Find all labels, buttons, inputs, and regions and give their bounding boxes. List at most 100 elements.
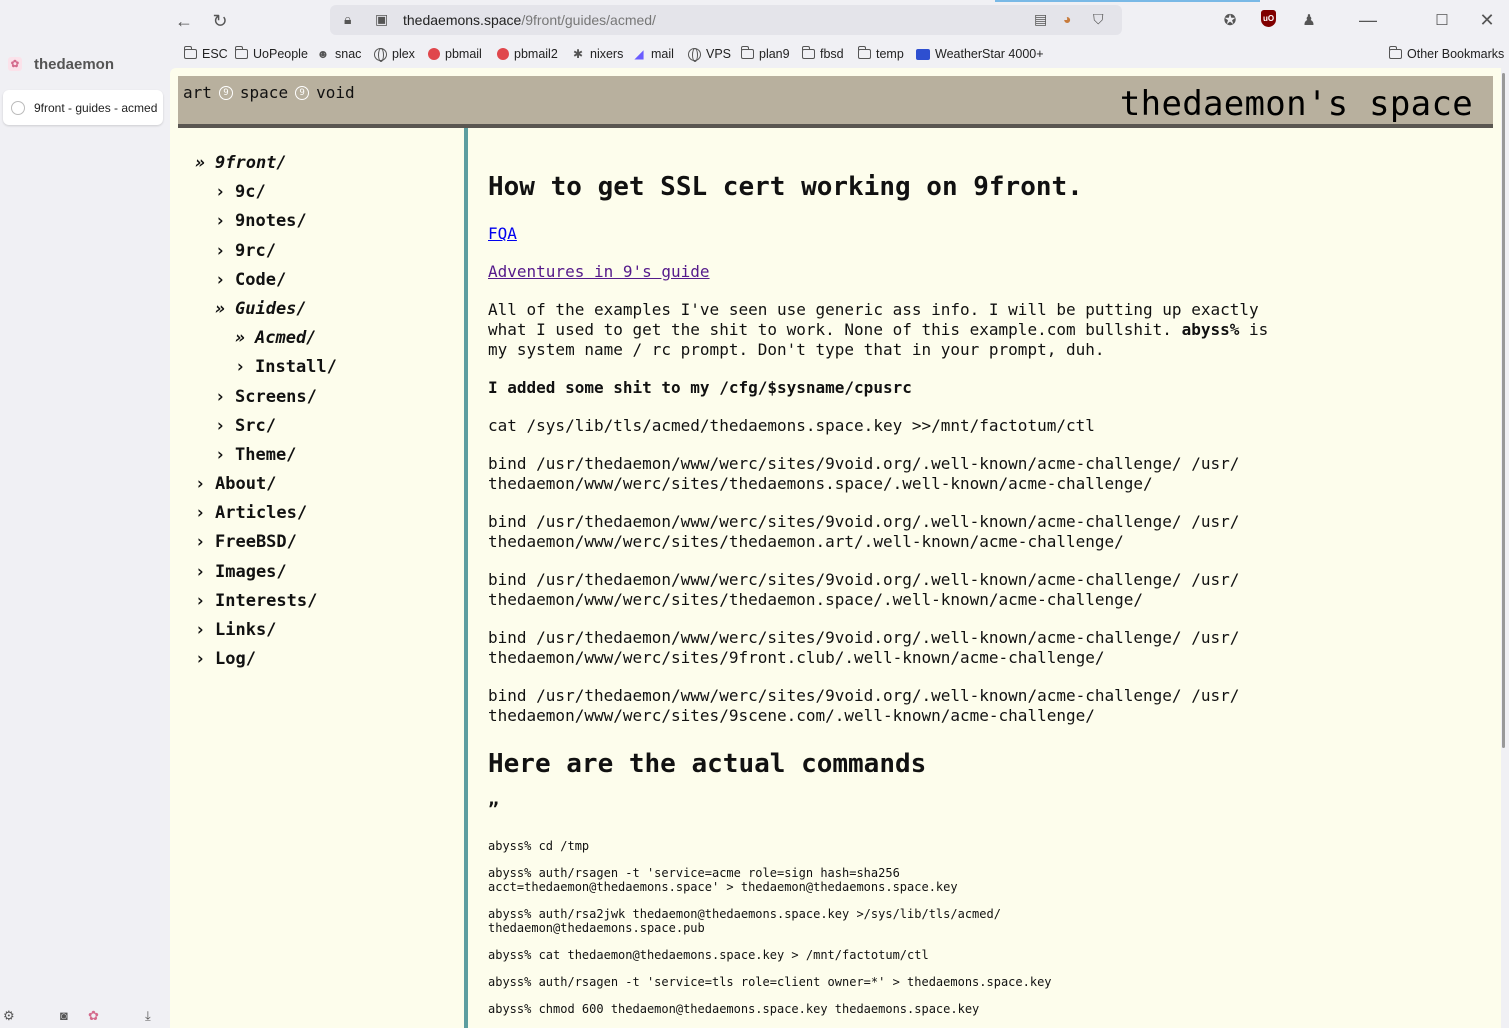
nav-item-9notes[interactable]: › 9notes/	[195, 210, 337, 239]
chevron-icon: ›	[215, 269, 226, 290]
bookmark-label: plex	[392, 47, 415, 61]
nav-item-9rc[interactable]: › 9rc/	[195, 240, 337, 269]
page-scrollbar[interactable]	[1501, 68, 1509, 1028]
site-header: art 9 space 9 void thedaemon's space	[178, 76, 1493, 128]
bookmark-plan9[interactable]: plan9	[741, 46, 790, 61]
nav-label: Theme/	[235, 444, 297, 465]
reader-view-icon[interactable]: ▤	[1034, 11, 1047, 28]
bookmark-pbmail[interactable]: pbmail	[428, 47, 482, 61]
chevron-icon: ›	[215, 182, 226, 203]
article-title: How to get SSL cert working on 9front.	[488, 172, 1083, 202]
snac-icon: ☻	[316, 47, 330, 61]
minimize-icon[interactable]: —	[1358, 10, 1378, 30]
palette-icon[interactable]: ◕	[1063, 11, 1071, 27]
tab-active[interactable]: 9front - guides - acmed	[3, 90, 163, 125]
bookmark-label: fbsd	[820, 47, 844, 61]
download-icon[interactable]: ⤓	[145, 1008, 151, 1024]
bookmark-pbmail2[interactable]: pbmail2	[497, 47, 558, 61]
nav-label: Src/	[235, 415, 276, 436]
topnav-space[interactable]: space	[240, 83, 288, 102]
bookmark-plex[interactable]: plex	[374, 47, 415, 62]
nav-item-9c[interactable]: › 9c/	[195, 181, 337, 210]
nine-icon: 9	[295, 85, 310, 100]
nav-label: Screens/	[235, 386, 317, 407]
nav-item-acmed[interactable]: » Acmed/	[195, 327, 337, 356]
nine-icon: 9	[218, 85, 233, 100]
nav-item-guides[interactable]: » Guides/	[195, 298, 337, 327]
nav-item-articles[interactable]: › Articles/	[195, 502, 337, 531]
double-chevron-icon: »	[195, 153, 206, 173]
bookmark-mail[interactable]: ◢ mail	[632, 47, 674, 61]
nav-item-install[interactable]: › Install/	[195, 356, 337, 385]
nav-item-log[interactable]: › Log/	[195, 648, 337, 677]
nav-item-images[interactable]: › Images/	[195, 561, 337, 590]
bookmark-vps[interactable]: VPS	[688, 47, 731, 62]
bookmark-label: WeatherStar 4000+	[935, 47, 1044, 61]
bookmark-snac[interactable]: ☻ snac	[316, 47, 362, 61]
nav-item-screens[interactable]: › Screens/	[195, 386, 337, 415]
nav-item-links[interactable]: › Links/	[195, 619, 337, 648]
favicon-icon	[11, 100, 25, 115]
reload-icon[interactable]: ↻	[208, 9, 232, 33]
topnav-void[interactable]: void	[316, 83, 355, 102]
account-icon[interactable]: ♟	[1299, 10, 1319, 30]
chevron-icon: ›	[195, 649, 206, 670]
bookmark-esc[interactable]: ESC	[184, 46, 228, 61]
site-settings-icon[interactable]: ▣	[375, 11, 388, 28]
folder-icon	[741, 46, 754, 59]
pbmail-icon	[428, 48, 440, 60]
nav-item-code[interactable]: › Code/	[195, 269, 337, 298]
intro-paragraph: All of the examples I've seen use generi…	[488, 300, 1288, 360]
nav-item-freebsd[interactable]: › FreeBSD/	[195, 531, 337, 560]
nav-label: Code/	[235, 269, 287, 290]
quote-mark: ”	[488, 799, 499, 820]
nav-item-interests[interactable]: › Interests/	[195, 590, 337, 619]
ublock-icon[interactable]: uO	[1261, 10, 1276, 27]
cpusrc-line: bind /usr/thedaemon/www/werc/sites/9void…	[488, 512, 1240, 551]
adventures-link[interactable]: Adventures in 9's guide	[488, 262, 710, 281]
chevron-icon: ›	[215, 386, 226, 407]
url-bar[interactable]: 🔒︎ ▣ thedaemons.space/9front/guides/acme…	[330, 5, 1122, 35]
double-chevron-icon: »	[235, 328, 246, 349]
bookmark-uopeople[interactable]: UoPeople	[235, 46, 308, 61]
back-icon[interactable]: ←	[172, 9, 196, 33]
close-icon[interactable]: ✕	[1477, 10, 1497, 30]
fqa-link[interactable]: FQA	[488, 224, 517, 243]
nav-item-about[interactable]: › About/	[195, 473, 337, 502]
extensions-icon[interactable]: ✪	[1220, 10, 1240, 30]
command-line: abyss% auth/rsagen -t 'service=tls role=…	[488, 975, 1052, 989]
command-line: abyss% chmod 600 thedaemon@thedaemons.sp…	[488, 1002, 980, 1016]
bookmark-icon[interactable]: ⛉	[1093, 11, 1104, 28]
folder-icon	[1389, 46, 1402, 59]
nav-item-src[interactable]: › Src/	[195, 415, 337, 444]
cpusrc-line: bind /usr/thedaemon/www/werc/sites/9void…	[488, 454, 1240, 493]
profile-switcher[interactable]: ✿ thedaemon	[8, 50, 114, 78]
bookmark-nixers[interactable]: ✱ nixers	[571, 47, 623, 61]
lock-icon[interactable]: 🔒︎	[344, 11, 351, 28]
bookmark-label: nixers	[590, 47, 624, 61]
scroll-thumb[interactable]	[1502, 73, 1505, 748]
nav-item-9front[interactable]: » 9front/	[195, 152, 337, 181]
nav-item-theme[interactable]: › Theme/	[195, 444, 337, 473]
topnav-art[interactable]: art	[183, 83, 212, 102]
bookmark-label: temp	[876, 47, 904, 61]
other-bookmarks[interactable]: Other Bookmarks	[1389, 46, 1504, 61]
site-title[interactable]: thedaemon's space	[1120, 84, 1473, 124]
url-text[interactable]: thedaemons.space/9front/guides/acmed/	[403, 12, 656, 28]
folder-icon	[184, 46, 197, 59]
extension-icon[interactable]: ◙	[60, 1008, 68, 1023]
weatherstar-icon	[916, 48, 930, 60]
bookmark-label: snac	[335, 47, 362, 61]
bookmark-weatherstar[interactable]: WeatherStar 4000+	[916, 47, 1044, 61]
bookmark-fbsd[interactable]: fbsd	[802, 46, 844, 61]
maximize-icon[interactable]: ☐	[1432, 10, 1452, 30]
nav-label: 9front/	[215, 153, 287, 173]
nav-label: Install/	[255, 357, 337, 378]
commands-heading: Here are the actual commands	[488, 749, 927, 779]
settings-icon[interactable]: ⚙	[3, 1008, 15, 1024]
bookmark-temp[interactable]: temp	[858, 46, 904, 61]
cpusrc-line: cat /sys/lib/tls/acmed/thedaemons.space.…	[488, 416, 1095, 435]
profile-small-icon[interactable]: ✿	[88, 1008, 99, 1024]
command-line: abyss% auth/rsa2jwk thedaemon@thedaemons…	[488, 907, 1001, 935]
folder-icon	[858, 46, 871, 59]
